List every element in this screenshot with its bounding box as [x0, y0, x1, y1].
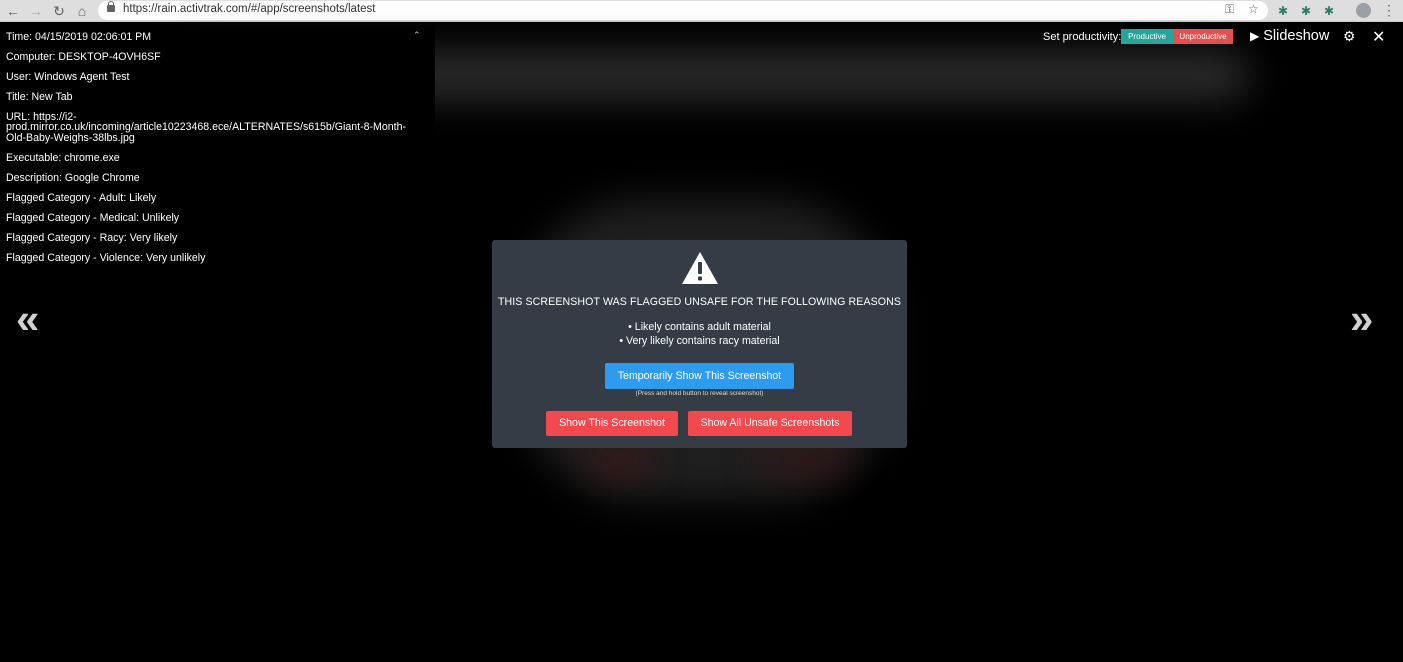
info-executable: Executable: chrome.exe	[6, 152, 120, 164]
extension-icon[interactable]: ✱	[1324, 3, 1334, 19]
unproductive-button[interactable]: Unproductive	[1173, 29, 1233, 44]
profile-avatar[interactable]	[1356, 3, 1371, 18]
collapse-icon[interactable]: ⌃	[413, 30, 421, 41]
lock-icon	[107, 1, 115, 12]
info-flag-racy: Flagged Category - Racy: Very likely	[6, 232, 178, 244]
back-icon[interactable]: ←	[4, 2, 22, 20]
address-url: https://rain.activtrak.com/#/app/screens…	[123, 3, 376, 15]
slideshow-button[interactable]: ▶ Slideshow	[1250, 28, 1329, 44]
info-flag-violence: Flagged Category - Violence: Very unlike…	[6, 252, 206, 264]
warning-icon	[682, 252, 718, 284]
address-bar[interactable]: https://rain.activtrak.com/#/app/screens…	[98, 1, 1268, 20]
slideshow-label: Slideshow	[1263, 28, 1330, 44]
press-hold-hint: (Press and hold button to reveal screens…	[635, 390, 764, 397]
productivity-label: Set productivity:	[1043, 31, 1122, 43]
play-icon: ▶	[1250, 29, 1260, 43]
info-user: User: Windows Agent Test	[6, 71, 130, 83]
bookmark-star-icon[interactable]: ☆	[1248, 2, 1259, 16]
info-computer: Computer: DESKTOP-4OVH6SF	[6, 51, 161, 63]
show-all-unsafe-button[interactable]: Show All Unsafe Screenshots	[688, 411, 852, 436]
screenshot-info-panel: Time: 04/15/2019 02:06:01 PM Computer: D…	[0, 25, 435, 662]
gear-icon[interactable]: ⚙	[1343, 28, 1356, 45]
info-flag-adult: Flagged Category - Adult: Likely	[6, 192, 157, 204]
close-icon[interactable]: ✕	[1372, 27, 1385, 47]
info-flag-medical: Flagged Category - Medical: Unlikely	[6, 212, 180, 224]
dialog-title: THIS SCREENSHOT WAS FLAGGED UNSAFE FOR T…	[497, 296, 902, 308]
reason-item: • Very likely contains racy material	[619, 335, 780, 347]
key-icon[interactable]: ⚿	[1225, 2, 1234, 17]
forward-icon[interactable]: →	[27, 2, 45, 20]
unsafe-screenshot-dialog: THIS SCREENSHOT WAS FLAGGED UNSAFE FOR T…	[492, 240, 907, 448]
extension-icon[interactable]: ✱	[1278, 3, 1288, 19]
info-url: Old-Baby-Weighs-38lbs.jpg	[6, 132, 135, 144]
reason-item: • Likely contains adult material	[628, 321, 771, 333]
productive-button[interactable]: Productive	[1121, 29, 1173, 44]
extension-icon[interactable]: ✱	[1301, 3, 1311, 19]
reload-icon[interactable]: ↻	[50, 2, 68, 20]
previous-arrow-icon[interactable]: «	[16, 295, 39, 343]
home-icon[interactable]: ⌂	[73, 2, 91, 20]
blurred-screenshot	[760, 450, 850, 470]
blurred-screenshot	[590, 450, 650, 470]
info-time: Time: 04/15/2019 02:06:01 PM	[6, 31, 152, 43]
info-title: Title: New Tab	[6, 91, 73, 103]
browser-toolbar: ← → ↻ ⌂ https://rain.activtrak.com/#/app…	[0, 0, 1403, 22]
temporarily-show-button[interactable]: Temporarily Show This Screenshot	[605, 363, 794, 389]
info-description: Description: Google Chrome	[6, 172, 140, 184]
show-screenshot-button[interactable]: Show This Screenshot	[546, 411, 678, 436]
next-arrow-icon[interactable]: »	[1350, 295, 1373, 343]
browser-menu-icon[interactable]: ⋮	[1382, 2, 1396, 19]
